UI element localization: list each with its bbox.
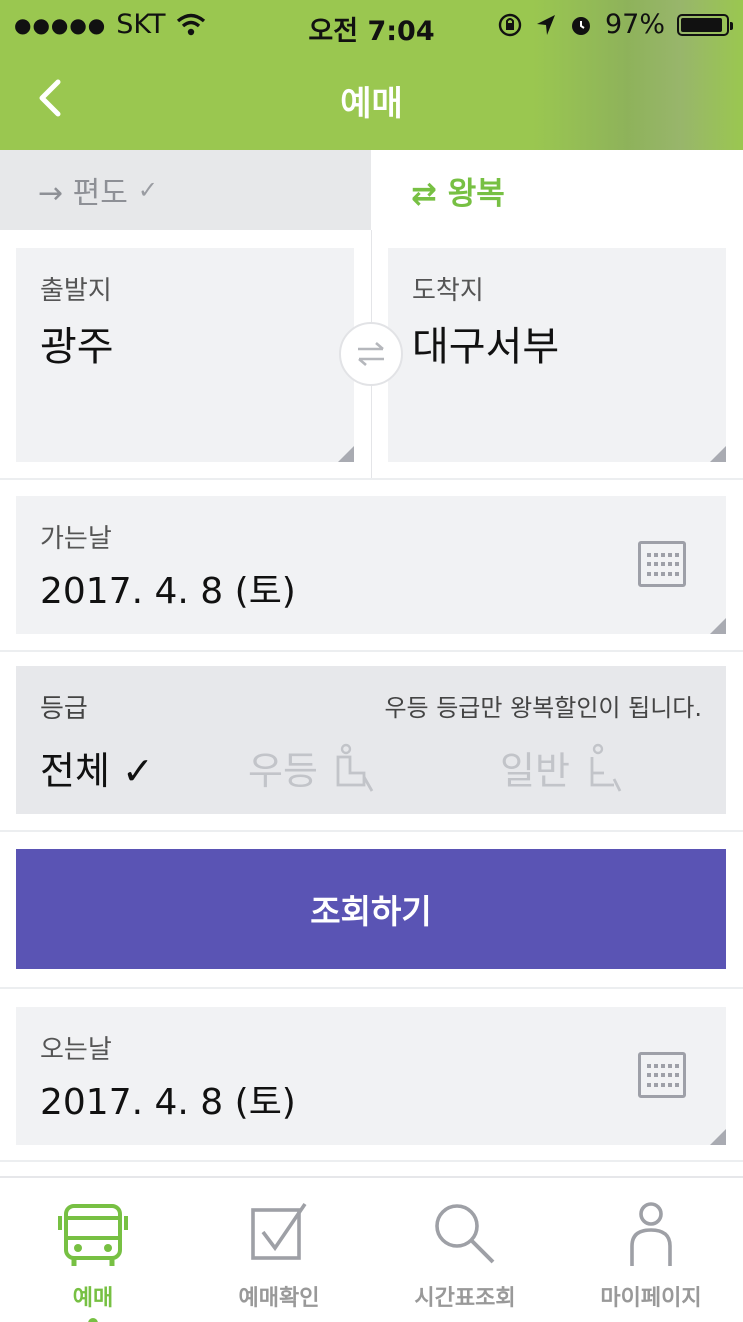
grade-selector: 등급 우등 등급만 왕복할인이 됩니다. 전체 ✓ 우등 일반	[16, 666, 726, 814]
location-arrow-icon	[536, 14, 555, 35]
departure-selector[interactable]: 출발지 광주	[16, 248, 354, 462]
seat-icon	[336, 743, 374, 792]
tab-booking-check[interactable]: 예매확인	[186, 1178, 372, 1322]
status-bar: ●●●●● SKT 오전 7:04 97%	[0, 0, 743, 50]
grade-option-label: 전체 ✓	[40, 749, 154, 793]
calendar-icon	[638, 541, 686, 587]
corner-triangle-icon	[710, 446, 726, 462]
return-date-label: 오는날	[40, 1035, 112, 1065]
corner-triangle-icon	[338, 446, 354, 462]
checkbox-icon	[251, 1202, 307, 1260]
alarm-icon	[571, 16, 590, 35]
person-icon	[630, 1202, 672, 1266]
grade-option-all[interactable]: 전체 ✓	[40, 740, 154, 795]
departure-date-label: 가는날	[40, 524, 112, 554]
departure-value: 광주	[40, 324, 114, 370]
tab-oneway-label: → 편도	[38, 176, 128, 211]
calendar-icon	[638, 1052, 686, 1098]
tab-label: 시간표조회	[414, 1286, 516, 1311]
tab-mypage[interactable]: 마이페이지	[558, 1178, 743, 1322]
active-indicator	[88, 1318, 98, 1322]
grade-option-label: 일반	[500, 749, 570, 793]
status-right: 97%	[497, 9, 733, 40]
trip-type-tabs: → 편도 ✓ ⇄ 왕복	[0, 150, 743, 230]
grade-label: 등급	[40, 694, 88, 724]
departure-date-value: 2017. 4. 8 (토)	[40, 571, 296, 612]
tab-roundtrip[interactable]: ⇄ 왕복	[371, 150, 743, 230]
grade-option-premium[interactable]: 우등	[248, 740, 378, 795]
departure-date-selector[interactable]: 가는날 2017. 4. 8 (토)	[16, 496, 726, 634]
return-date-value: 2017. 4. 8 (토)	[40, 1082, 296, 1123]
corner-triangle-icon	[710, 618, 726, 634]
divider	[0, 478, 743, 480]
bottom-tab-bar: 예매 예매확인 시간표조회 마이페이지	[0, 1176, 743, 1322]
arrival-selector[interactable]: 도착지 대구서부	[388, 248, 726, 462]
corner-triangle-icon	[710, 1129, 726, 1145]
swap-button[interactable]	[339, 322, 403, 386]
tab-label: 예매확인	[238, 1286, 320, 1311]
search-button[interactable]: 조회하기	[16, 849, 726, 969]
app-header: ●●●●● SKT 오전 7:04 97% 예매	[0, 0, 743, 150]
arrival-label: 도착지	[412, 276, 484, 306]
page-title: 예매	[340, 84, 403, 124]
grade-option-standard[interactable]: 일반	[500, 740, 630, 795]
arrival-value: 대구서부	[412, 324, 560, 370]
swap-arrows-icon	[358, 342, 384, 366]
tab-label: 마이페이지	[600, 1286, 702, 1311]
grade-option-label: 우등	[248, 749, 318, 793]
battery-icon	[677, 13, 733, 36]
location-section: 출발지 광주 도착지 대구서부	[0, 230, 743, 478]
orientation-lock-icon	[498, 13, 522, 36]
tab-oneway[interactable]: → 편도 ✓	[0, 150, 371, 230]
tab-booking[interactable]: 예매	[0, 1178, 186, 1322]
divider	[0, 650, 743, 652]
return-date-selector[interactable]: 오는날 2017. 4. 8 (토)	[16, 1007, 726, 1145]
seat-icon	[590, 743, 622, 792]
search-icon	[435, 1204, 495, 1264]
tab-label: 예매	[72, 1286, 114, 1311]
tab-roundtrip-label: ⇄ 왕복	[411, 175, 505, 212]
divider	[0, 830, 743, 832]
bus-icon	[58, 1204, 128, 1266]
check-icon: ✓	[137, 176, 158, 204]
grade-note: 우등 등급만 왕복할인이 됩니다.	[384, 694, 702, 722]
divider	[0, 1160, 743, 1162]
divider	[0, 987, 743, 989]
departure-label: 출발지	[40, 276, 112, 306]
tab-timetable[interactable]: 시간표조회	[372, 1178, 558, 1322]
battery-percent: 97%	[604, 9, 665, 40]
